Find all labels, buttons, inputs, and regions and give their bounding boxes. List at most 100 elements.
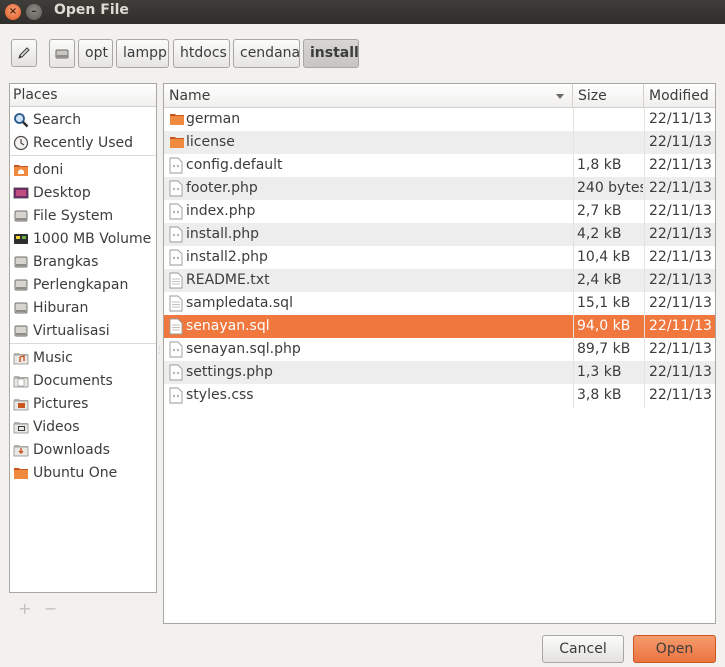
sidebar-item-label: doni: [33, 161, 64, 178]
file-size: 1,8 kB: [577, 157, 622, 173]
places-sidebar: Places Search Recently Used doni Desktop Fil…: [9, 83, 157, 593]
pathbar-crumb-htdocs[interactable]: htdocs: [173, 39, 230, 68]
pathbar-crumb-install[interactable]: install: [303, 39, 359, 68]
file-size: 15,1 kB: [577, 295, 631, 311]
table-row[interactable]: index.php 2,7 kB 22/11/13: [164, 200, 715, 223]
sidebar-item-documents[interactable]: Documents: [10, 369, 156, 392]
sidebar-item-label: Recently Used: [33, 134, 134, 151]
sidebar-item-label: Hiburan: [33, 299, 89, 316]
music-folder-icon: [13, 350, 29, 366]
table-row[interactable]: license 22/11/13: [164, 131, 715, 154]
column-header-size[interactable]: Size: [573, 84, 644, 108]
add-bookmark-button[interactable]: +: [18, 599, 31, 618]
file-size: 10,4 kB: [577, 249, 631, 265]
file-size: [577, 131, 643, 154]
table-row[interactable]: settings.php 1,3 kB 22/11/13: [164, 361, 715, 384]
file-modified: 22/11/13: [649, 111, 712, 127]
videos-folder-icon: [13, 419, 29, 435]
file-modified: 22/11/13: [649, 134, 712, 150]
table-row[interactable]: install.php 4,2 kB 22/11/13: [164, 223, 715, 246]
title-bar: × – Open File: [0, 0, 725, 24]
file-size: 89,7 kB: [577, 341, 631, 357]
pane-resize-handle[interactable]: · · ·: [158, 344, 162, 358]
table-row[interactable]: german 22/11/13: [164, 108, 715, 131]
sidebar-item-hiburan[interactable]: Hiburan: [10, 296, 156, 319]
folder-icon: [169, 111, 184, 128]
sidebar-item-music[interactable]: Music: [10, 346, 156, 369]
sidebar-item-videos[interactable]: Videos: [10, 415, 156, 438]
sidebar-item-file-system[interactable]: File System: [10, 204, 156, 227]
sidebar-item-label: Virtualisasi: [33, 322, 110, 339]
file-size: 3,8 kB: [577, 387, 622, 403]
cancel-button[interactable]: Cancel: [542, 635, 624, 663]
sidebar-item-label: Search: [33, 111, 82, 128]
desktop-icon: [13, 185, 29, 201]
code-file-icon: [169, 249, 183, 266]
text-file-icon: [169, 272, 183, 289]
drive-icon: [55, 49, 69, 58]
table-row[interactable]: README.txt 2,4 kB 22/11/13: [164, 269, 715, 292]
sidebar-item-brangkas[interactable]: Brangkas: [10, 250, 156, 273]
table-row[interactable]: sampledata.sql 15,1 kB 22/11/13: [164, 292, 715, 315]
sidebar-item-downloads[interactable]: Downloads: [10, 438, 156, 461]
sidebar-item-label: Videos: [33, 418, 80, 435]
file-modified: 22/11/13: [649, 157, 712, 173]
file-size: 94,0 kB: [577, 318, 631, 334]
file-modified: 22/11/13: [649, 180, 712, 196]
file-name: index.php: [186, 203, 256, 219]
sort-descending-icon: [556, 94, 564, 99]
recent-icon: [13, 135, 29, 151]
sidebar-item-search[interactable]: Search: [10, 108, 156, 131]
file-name: footer.php: [186, 180, 258, 196]
sidebar-item-perlengkapan[interactable]: Perlengkapan: [10, 273, 156, 296]
sidebar-item-pictures[interactable]: Pictures: [10, 392, 156, 415]
table-row[interactable]: senayan.sql.php 89,7 kB 22/11/13: [164, 338, 715, 361]
sidebar-item-label: Documents: [33, 372, 113, 389]
drive-icon: [13, 208, 29, 224]
pathbar-crumb-lampp[interactable]: lampp: [116, 39, 169, 68]
pathbar-crumb-cendana[interactable]: cendana: [233, 39, 300, 68]
open-button[interactable]: Open: [633, 635, 716, 663]
file-size: 2,4 kB: [577, 272, 622, 288]
code-file-icon: [169, 203, 183, 220]
pathbar-root-drive-button[interactable]: [49, 39, 75, 68]
sidebar-item-doni[interactable]: doni: [10, 158, 156, 181]
file-name: config.default: [186, 157, 283, 173]
file-modified: 22/11/13: [649, 249, 712, 265]
sidebar-item-ubuntu-one[interactable]: Ubuntu One: [10, 461, 156, 484]
pathbar-crumb-opt[interactable]: opt: [78, 39, 113, 68]
sidebar-item-1000-mb-volume[interactable]: 1000 MB Volume: [10, 227, 156, 250]
places-separator: [10, 155, 156, 156]
table-row[interactable]: senayan.sql 94,0 kB 22/11/13: [164, 315, 715, 338]
table-row[interactable]: styles.css 3,8 kB 22/11/13: [164, 384, 715, 407]
search-icon: [13, 112, 29, 128]
type-location-button[interactable]: [11, 39, 37, 67]
file-name: styles.css: [186, 387, 254, 403]
table-row[interactable]: config.default 1,8 kB 22/11/13: [164, 154, 715, 177]
file-modified: 22/11/13: [649, 226, 712, 242]
code-file-icon: [169, 364, 183, 381]
folder-icon: [13, 465, 29, 481]
file-size: 4,2 kB: [577, 226, 622, 242]
sidebar-item-label: Brangkas: [33, 253, 99, 270]
close-window-icon[interactable]: ×: [5, 4, 21, 20]
file-modified: 22/11/13: [649, 203, 712, 219]
drive-icon: [13, 254, 29, 270]
minimize-window-icon[interactable]: –: [26, 4, 42, 20]
file-modified: 22/11/13: [649, 318, 712, 334]
places-separator: [10, 343, 156, 344]
table-row[interactable]: footer.php 240 bytes 22/11/13: [164, 177, 715, 200]
sidebar-item-label: Ubuntu One: [33, 464, 118, 481]
file-modified: 22/11/13: [649, 272, 712, 288]
file-size: 240 bytes: [577, 180, 643, 196]
sidebar-item-recently-used[interactable]: Recently Used: [10, 131, 156, 154]
pencil-icon: [18, 47, 30, 59]
places-header[interactable]: Places: [10, 84, 156, 107]
table-row[interactable]: install2.php 10,4 kB 22/11/13: [164, 246, 715, 269]
sidebar-item-label: File System: [33, 207, 114, 224]
sidebar-item-desktop[interactable]: Desktop: [10, 181, 156, 204]
column-header-modified[interactable]: Modified: [644, 84, 715, 108]
column-header-name[interactable]: Name: [164, 84, 573, 108]
sidebar-item-virtualisasi[interactable]: Virtualisasi: [10, 319, 156, 342]
remove-bookmark-button[interactable]: −: [44, 599, 57, 618]
